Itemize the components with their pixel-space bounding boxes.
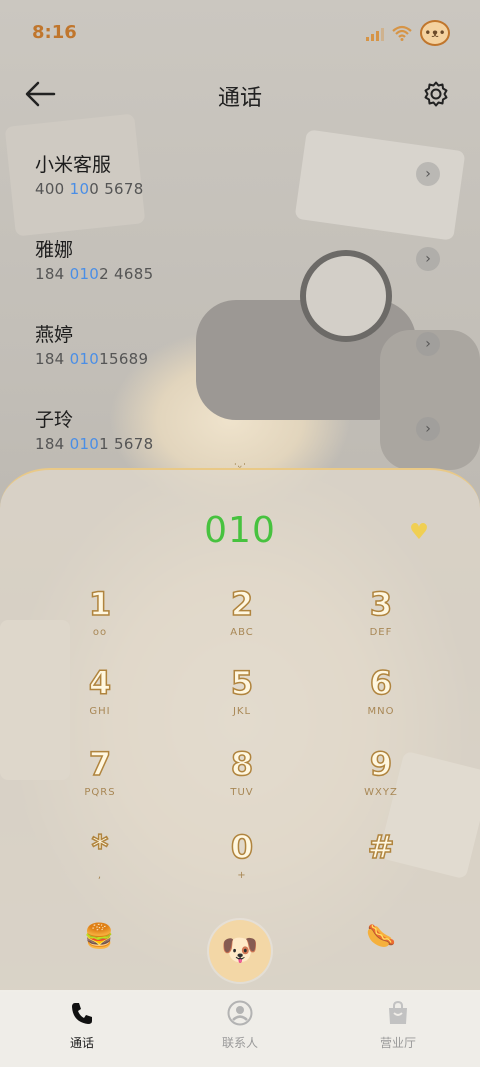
contact-name: 小米客服 — [35, 154, 112, 176]
contact-name: 子玲 — [35, 409, 74, 431]
tab-calls[interactable]: 通话 — [32, 1000, 132, 1051]
heart-icon[interactable]: ♥ — [404, 520, 434, 546]
chevron-right-icon[interactable]: › — [416, 247, 440, 271]
status-icons: •ᴥ• — [366, 20, 450, 46]
signal-icon — [366, 25, 384, 41]
recent-call-item[interactable]: 雅娜 184 0102 4685 › — [0, 231, 480, 316]
phone-icon — [72, 1003, 92, 1024]
chevron-right-icon[interactable]: › — [416, 162, 440, 186]
contact-number: 184 0101 5678 — [35, 435, 154, 453]
status-bar: 8:16 •ᴥ• — [0, 0, 480, 66]
recent-call-item[interactable]: 小米客服 400 100 5678 › — [0, 146, 480, 231]
dial-key-3[interactable]: 3 DEF — [336, 584, 426, 657]
panel-handle-icon[interactable]: ˙ᵕ˙ — [210, 463, 270, 475]
page-title: 通话 — [217, 86, 262, 111]
contact-number: 184 0102 4685 — [35, 265, 154, 283]
dial-key-6[interactable]: 6 MNO — [336, 663, 426, 736]
gear-icon[interactable] — [422, 80, 450, 108]
dial-key-hash[interactable]: # — [336, 827, 426, 900]
wifi-icon — [392, 25, 412, 41]
dial-key-8[interactable]: 8 TUV — [197, 744, 287, 817]
recent-calls-list: 小米客服 400 100 5678 › 雅娜 184 0102 4685 › 燕… — [0, 146, 480, 486]
dial-key-0[interactable]: 0 + — [197, 827, 287, 900]
dial-key-9[interactable]: 9 WXYZ — [336, 744, 426, 817]
tab-contacts-label: 联系人 — [221, 1036, 258, 1050]
burger-icon[interactable]: 🍔 — [79, 916, 119, 956]
dial-key-4[interactable]: 4 GHI — [55, 663, 145, 736]
dial-key-5[interactable]: 5 JKL — [197, 663, 287, 736]
contact-number: 400 100 5678 — [35, 180, 144, 198]
dial-key-2[interactable]: 2 ABC — [197, 584, 287, 657]
top-nav: 通话 — [0, 66, 480, 124]
tab-contacts[interactable]: 联系人 — [190, 1000, 290, 1051]
status-time: 8:16 — [32, 22, 77, 43]
dial-key-7[interactable]: 7 PQRS — [55, 744, 145, 817]
puppy-call-icon[interactable]: 🐶 — [209, 920, 271, 982]
chevron-right-icon[interactable]: › — [416, 332, 440, 356]
contact-name: 燕婷 — [35, 324, 74, 346]
contact-name: 雅娜 — [35, 239, 74, 261]
hotdog-icon[interactable]: 🌭 — [361, 916, 401, 956]
contact-number: 184 01015689 — [35, 350, 149, 368]
tab-service-hall-label: 营业厅 — [379, 1036, 416, 1050]
bag-icon — [389, 1000, 407, 1024]
tab-calls-label: 通话 — [69, 1036, 94, 1050]
recent-call-item[interactable]: 燕婷 184 01015689 › — [0, 316, 480, 401]
contact-icon — [227, 1000, 253, 1026]
dial-key-star[interactable]: *, — [55, 827, 145, 900]
tab-service-hall[interactable]: 营业厅 — [348, 1000, 448, 1051]
battery-puppy-icon: •ᴥ• — [420, 20, 450, 46]
chevron-right-icon[interactable]: › — [416, 417, 440, 441]
bottom-tab-bar: 通话 联系人 营业厅 — [0, 990, 480, 1067]
dial-key-1[interactable]: 1 oo — [55, 584, 145, 657]
